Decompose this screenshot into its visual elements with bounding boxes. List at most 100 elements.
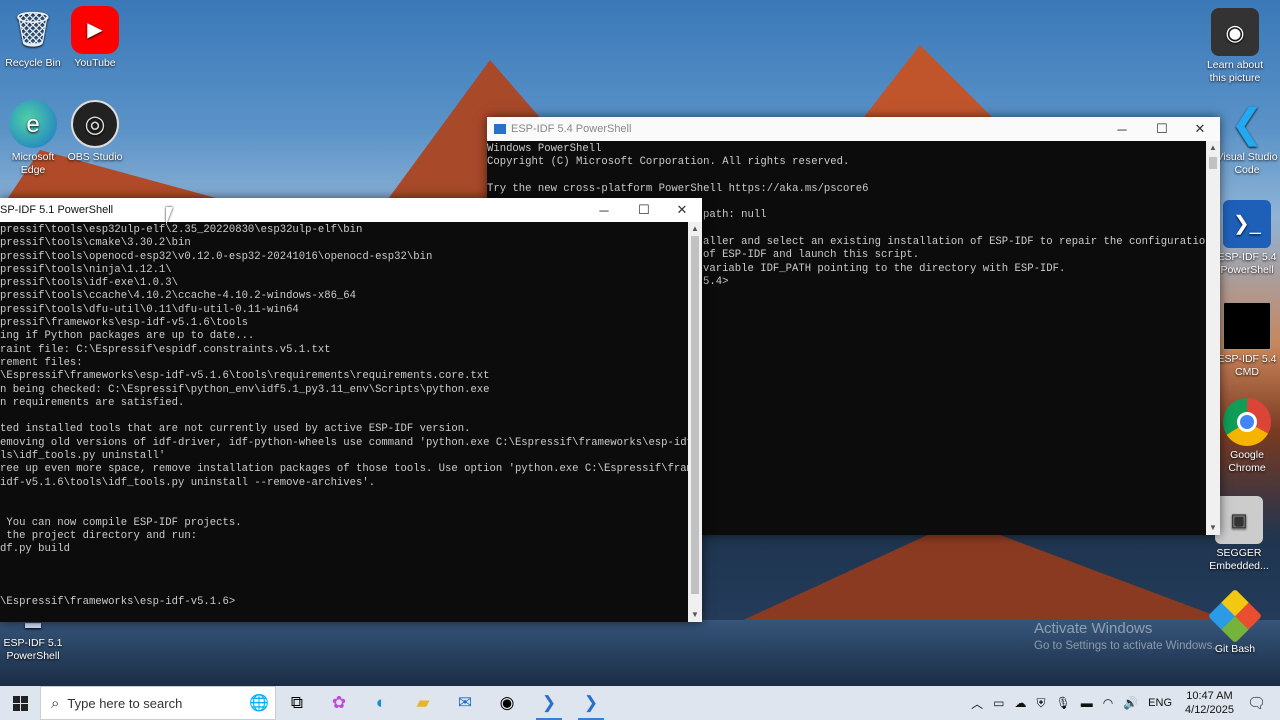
window-esp-idf-51-powershell[interactable]: SP-IDF 5.1 PowerShell ─ ☐ ✕ pressif\tool… xyxy=(0,198,702,622)
terminal-line: pressif\tools\openocd-esp32\v0.12.0-esp3… xyxy=(0,250,433,263)
terminal-line: \Espressif\frameworks\esp-idf-v5.1.6\too… xyxy=(0,370,490,383)
desktop-icon-label: ESP-IDF 5.4 CMD xyxy=(1217,353,1277,378)
terminal-line: rement files: xyxy=(0,356,83,369)
scroll-up-arrow-icon[interactable]: ▲ xyxy=(1206,141,1220,155)
volume-icon[interactable]: 🔊 xyxy=(1118,696,1143,710)
desktop-icon-label: Google Chrome xyxy=(1228,449,1266,474)
taskbar-powershell-54[interactable]: ❯ xyxy=(570,686,612,720)
terminal-line: ls\idf_tools.py uninstall' xyxy=(0,450,166,463)
terminal-line: pressif\tools\esp32ulp-elf\2.35_20220830… xyxy=(0,224,363,236)
terminal-line: You can now compile ESP-IDF projects. xyxy=(0,516,242,529)
copilot-icon: ✿ xyxy=(331,693,347,712)
terminal-line: pressif\frameworks\esp-idf-v5.1.6\tools xyxy=(0,317,248,330)
git-icon xyxy=(1207,588,1263,644)
edge-icon: e xyxy=(9,100,57,148)
folder-icon: ▰ xyxy=(416,693,430,712)
taskbar-copilot[interactable]: ✿ xyxy=(318,686,360,720)
notifications-icon[interactable]: 🗨 xyxy=(1242,694,1280,712)
taskbar-file-explorer[interactable]: ▰ xyxy=(402,686,444,720)
terminal-output[interactable]: pressif\tools\esp32ulp-elf\2.35_20220830… xyxy=(0,222,702,622)
desktop-icon-recycle-bin[interactable]: 🗑 Recycle Bin xyxy=(0,6,66,70)
terminal-line: pressif\tools\ninja\1.12.1\ xyxy=(0,263,172,276)
desktop-icon-label: YouTube xyxy=(74,57,116,69)
terminal-line: n requirements are satisfied. xyxy=(0,396,185,409)
windows-logo-icon xyxy=(12,695,28,711)
vscode-icon: ❮ xyxy=(1230,101,1264,146)
powershell-icon: ❯ xyxy=(541,693,557,712)
clock-time: 10:47 AM xyxy=(1186,690,1233,702)
window-title: ESP-IDF 5.4 PowerShell xyxy=(511,123,632,135)
activation-watermark-subtitle: Go to Settings to activate Windows. xyxy=(1034,640,1216,652)
minimize-button[interactable]: ─ xyxy=(1102,117,1142,141)
taskbar-mail[interactable]: ✉ xyxy=(444,686,486,720)
powershell-icon: ❯_ xyxy=(1223,200,1271,248)
scrollbar-thumb[interactable] xyxy=(1209,157,1217,169)
window-title: SP-IDF 5.1 PowerShell xyxy=(0,204,114,216)
clock[interactable]: 10:47 AM 4/12/2025 xyxy=(1177,689,1242,717)
maximize-button[interactable]: ☐ xyxy=(1142,117,1182,141)
defender-icon[interactable]: ⛨ xyxy=(1031,696,1050,711)
close-button[interactable]: ✕ xyxy=(662,198,702,222)
maximize-button[interactable]: ☐ xyxy=(624,198,664,222)
obs-icon: ◎ xyxy=(71,100,119,148)
clock-date: 4/12/2025 xyxy=(1185,704,1234,716)
terminal-line: emoving old versions of idf-driver, idf-… xyxy=(0,436,702,449)
window-titlebar[interactable]: SP-IDF 5.1 PowerShell ─ ☐ ✕ xyxy=(0,198,702,222)
desktop-icon-obs[interactable]: ◎ OBS Studio xyxy=(62,100,128,164)
terminal-line: n being checked: C:\Espressif\python_env… xyxy=(0,383,490,396)
desktop-icon-esp-idf-54-ps[interactable]: ❯_ ESP-IDF 5.4 PowerShell xyxy=(1214,200,1280,277)
desktop-icon-vscode[interactable]: ❮ Visual Studio Code xyxy=(1214,100,1280,177)
search-placeholder: Type here to search xyxy=(67,695,183,711)
desktop-icon-label: Recycle Bin xyxy=(5,57,61,69)
taskbar-edge[interactable]: ◐ xyxy=(360,686,402,720)
camera-icon: ◉ xyxy=(1211,8,1259,56)
search-highlight-icon: 🌐 xyxy=(249,695,269,712)
terminal-line: Try the new cross-platform PowerShell ht… xyxy=(487,182,869,195)
scrollbar[interactable]: ▲ ▼ xyxy=(1206,141,1220,535)
desktop-icon-label: ESP-IDF 5.4 PowerShell xyxy=(1217,251,1277,276)
show-hidden-icons-chevron-icon[interactable]: ︿ xyxy=(966,695,988,712)
desktop-icon-chrome[interactable]: Google Chrome xyxy=(1214,398,1280,475)
scrollbar-thumb[interactable] xyxy=(691,236,699,594)
start-button[interactable] xyxy=(0,686,40,720)
close-button[interactable]: ✕ xyxy=(1180,117,1220,141)
terminal-line: Windows PowerShell xyxy=(487,143,602,155)
scrollbar[interactable]: ▲ ▼ xyxy=(688,222,702,622)
language-indicator[interactable]: ENG xyxy=(1143,697,1177,709)
microphone-icon[interactable]: 🎙 xyxy=(1051,696,1076,710)
youtube-icon: ▶ xyxy=(71,6,119,54)
taskbar-search-box[interactable]: ⌕ Type here to search 🌐 xyxy=(40,686,276,720)
terminal-line: ree up even more space, remove installat… xyxy=(0,463,702,476)
recycle-bin-icon: 🗑 xyxy=(11,10,55,49)
battery-icon[interactable]: ▬ xyxy=(1076,696,1098,710)
scroll-up-arrow-icon[interactable]: ▲ xyxy=(688,222,702,236)
scroll-down-arrow-icon[interactable]: ▼ xyxy=(688,608,702,622)
mail-icon: ✉ xyxy=(457,693,473,712)
powershell-icon: ❯ xyxy=(583,693,599,712)
desktop-icon-label: OBS Studio xyxy=(67,151,123,163)
scroll-down-arrow-icon[interactable]: ▼ xyxy=(1206,521,1220,535)
task-view-icon: ⧉ xyxy=(290,693,304,712)
desktop-icon-edge[interactable]: e Microsoft Edge xyxy=(0,100,66,177)
desktop-icon-esp-idf-54-cmd[interactable]: ESP-IDF 5.4 CMD xyxy=(1214,302,1280,379)
desktop-icon-label: ESP-IDF 5.1 PowerShell xyxy=(3,637,63,662)
terminal-line: pressif\tools\idf-exe\1.0.3\ xyxy=(0,277,179,290)
terminal-line: ing if Python packages are up to date... xyxy=(0,330,255,343)
tray-app-icon[interactable]: ▭ xyxy=(988,696,1009,710)
desktop-icon-label: Microsoft Edge xyxy=(11,151,55,176)
desktop-icon-label: Visual Studio Code xyxy=(1216,151,1278,176)
minimize-button[interactable]: ─ xyxy=(584,198,624,222)
window-titlebar[interactable]: ESP-IDF 5.4 PowerShell ─ ☐ ✕ xyxy=(487,117,1220,141)
desktop-icon-youtube[interactable]: ▶ YouTube xyxy=(62,6,128,70)
onedrive-icon[interactable]: ☁ xyxy=(1009,696,1031,710)
edge-icon: ◐ xyxy=(375,693,387,712)
taskbar-powershell-51[interactable]: ❯ xyxy=(528,686,570,720)
task-view-button[interactable]: ⧉ xyxy=(276,686,318,720)
taskbar-obs[interactable]: ◉ xyxy=(486,686,528,720)
desktop-icon-learn-picture[interactable]: ◉ Learn about this picture xyxy=(1202,8,1268,85)
wifi-icon[interactable]: ◠ xyxy=(1098,696,1118,710)
